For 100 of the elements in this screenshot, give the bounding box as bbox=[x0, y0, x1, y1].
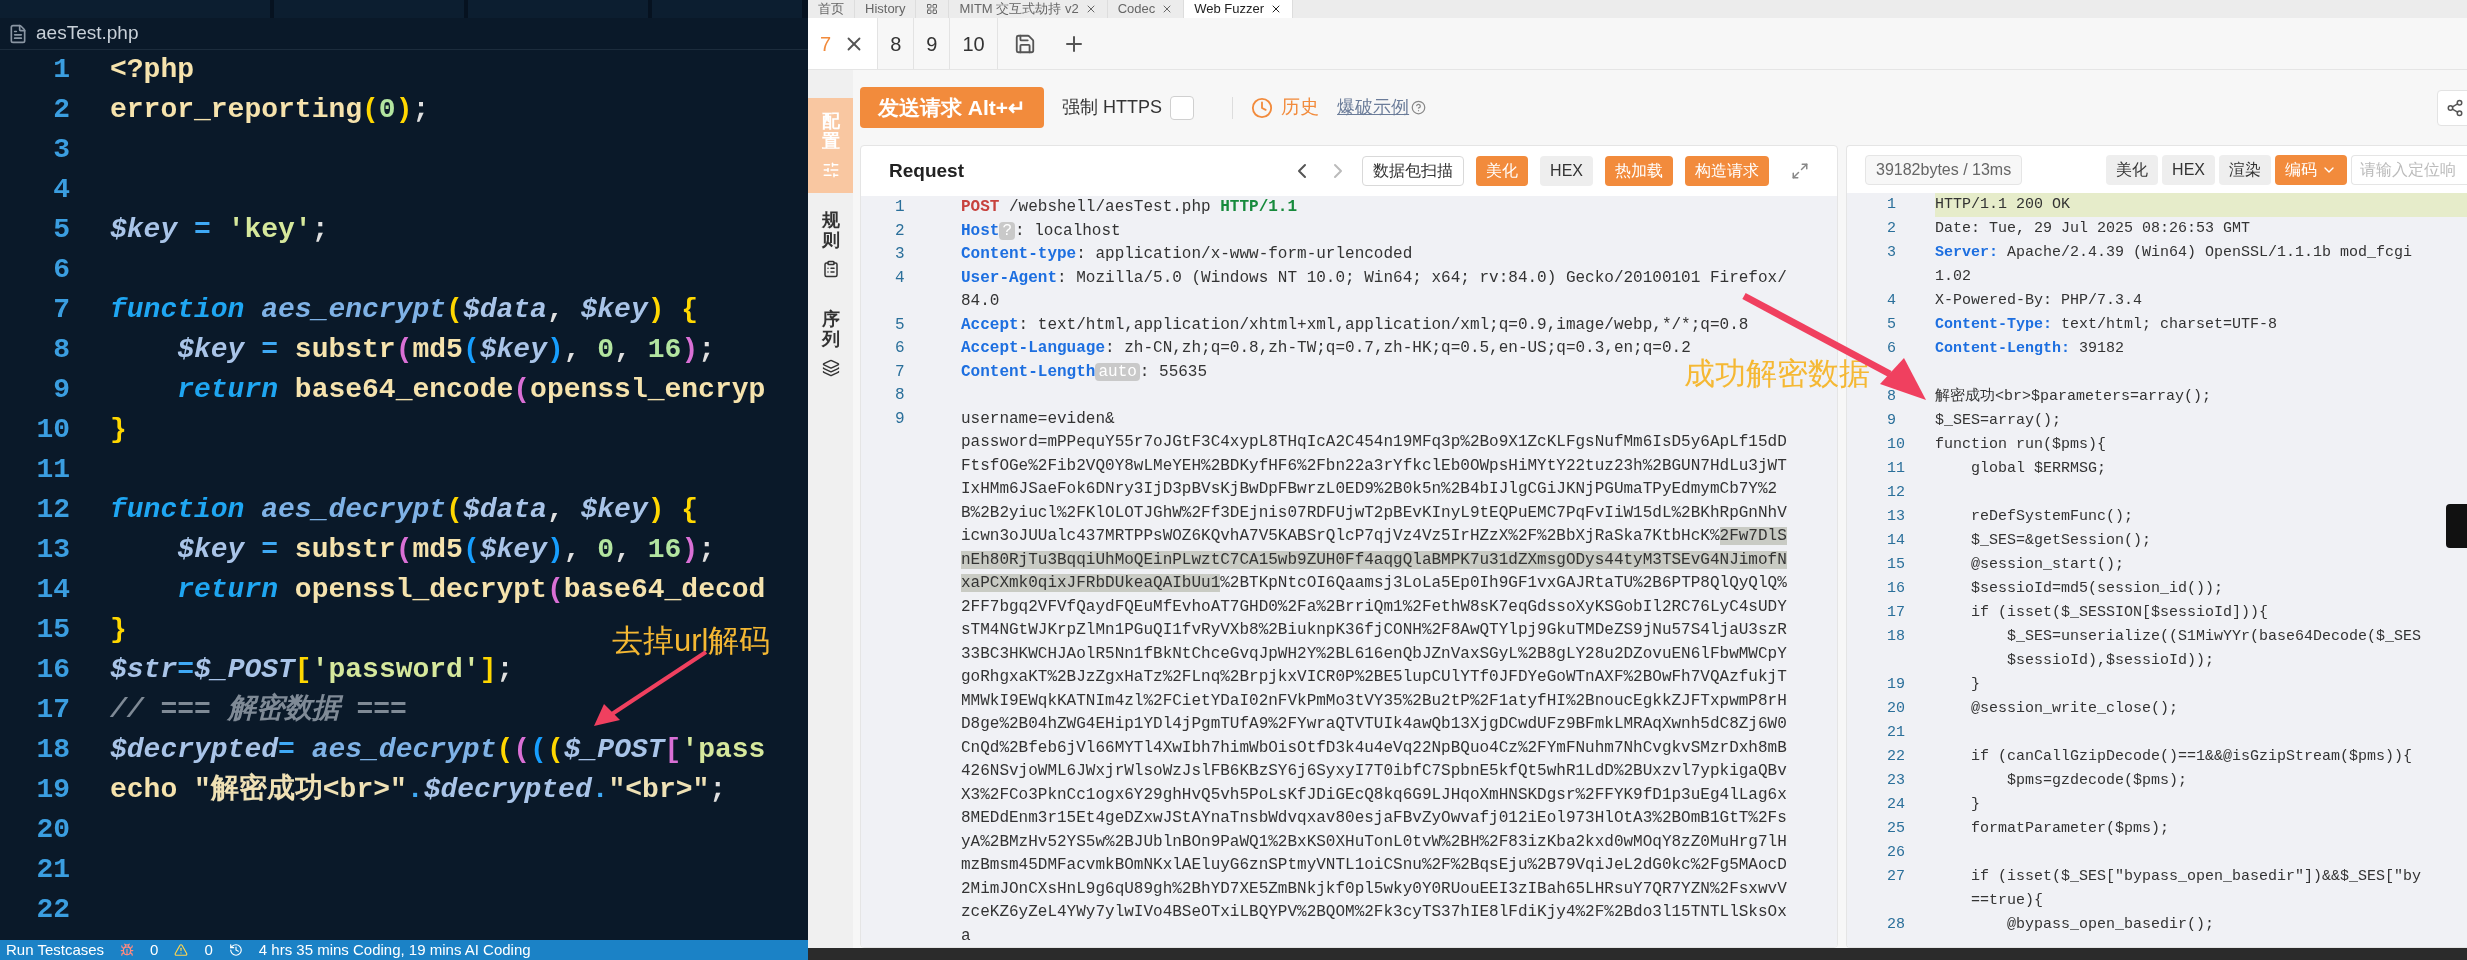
sidebar-icon bbox=[821, 260, 840, 279]
request-line: POST /webshell/aesTest.php HTTP/1.1 bbox=[961, 197, 1298, 218]
line-number: 5 bbox=[894, 314, 906, 336]
error-count: 0 bbox=[150, 940, 159, 960]
line-number: 13 bbox=[35, 533, 70, 567]
request-tab[interactable]: 8 bbox=[878, 18, 915, 69]
code-line: $key = substr(md5($key), 0, 16); bbox=[176, 333, 715, 367]
response-line: @session_write_close(); bbox=[1970, 699, 2179, 719]
code-line: echo "解密成功<br>".$decrypted."<br>"; bbox=[110, 771, 727, 807]
response-line: function run($pms){ bbox=[1935, 435, 2107, 455]
pane-button[interactable]: 数据包扫描 bbox=[1362, 156, 1465, 186]
annotation-text: 去掉url解码 bbox=[612, 622, 771, 660]
run-testcases-link[interactable]: Run Testcases bbox=[6, 940, 105, 960]
line-number: 2 bbox=[894, 220, 906, 242]
code-line: // === 解密数据 === bbox=[110, 691, 407, 727]
grid-icon bbox=[926, 3, 939, 15]
line-number: 11 bbox=[35, 453, 70, 487]
line-number: 18 bbox=[35, 733, 70, 767]
response-line: Date: Tue, 29 Jul 2025 08:26:53 GMT bbox=[1935, 219, 2251, 239]
file-icon bbox=[8, 23, 28, 44]
line-number: 16 bbox=[35, 653, 70, 687]
response-line: $_SES=unserialize((S1MiwYYr(base64Decode($_SES bbox=[2006, 627, 2422, 647]
request-line: 84.0 bbox=[961, 291, 1000, 312]
share-button[interactable] bbox=[2437, 89, 2467, 126]
line-number: 1 bbox=[894, 197, 906, 218]
code-line: return openssl_decrypt(base64_decod bbox=[176, 573, 766, 607]
response-line: Server: Apache/2.4.39 (Win64) OpenSSL/1.1.1b mod_fcgi bbox=[1935, 243, 2413, 263]
code-line: function aes_encrypt($data, $key) { bbox=[110, 293, 699, 327]
pane-button[interactable]: HEX bbox=[2162, 154, 2215, 185]
line-number: 6 bbox=[52, 253, 70, 287]
line-number: 9 bbox=[894, 408, 906, 430]
line-number: 1 bbox=[1847, 193, 1935, 217]
panel-title: Request bbox=[889, 158, 964, 183]
request-line: Content-type: application/x-www-form-urlencoded bbox=[961, 244, 1413, 265]
response-line: reDefSystemFunc(); bbox=[1970, 507, 2134, 527]
force-https-label: 强制 HTTPS bbox=[1062, 96, 1163, 119]
response-line: $sessioId),$sessioId)); bbox=[2006, 651, 2215, 671]
line-number: 6 bbox=[894, 338, 906, 359]
request-line: Host ? : localhost bbox=[961, 220, 1121, 242]
code-line: <?php bbox=[110, 53, 194, 87]
app-tab[interactable]: Web Fuzzer bbox=[1184, 0, 1294, 18]
response-line: global $ERRMSG; bbox=[1970, 459, 2107, 479]
response-line: 解密成功<br>$parameters=array(); bbox=[1935, 386, 2212, 407]
request-line: User-Agent: Mozilla/5.0 (Windows NT 10.0; Win64; x64; rv:84.0) Gecko/20100101 Firefox/ bbox=[961, 267, 1787, 289]
line-number: 17 bbox=[35, 693, 70, 727]
line-number: 10 bbox=[35, 413, 70, 447]
response-line: HTTP/1.1 200 OK bbox=[1935, 195, 2071, 215]
warning-count: 0 bbox=[204, 940, 213, 960]
save-icon[interactable] bbox=[1013, 32, 1036, 55]
share-icon bbox=[2446, 98, 2464, 117]
warning-icon bbox=[174, 943, 189, 957]
request-tab[interactable]: 10 bbox=[950, 18, 998, 69]
line-number: 14 bbox=[35, 573, 70, 607]
code-line: $key = 'key'; bbox=[110, 213, 329, 247]
response-line: ==true){ bbox=[1970, 891, 2044, 911]
line-number: 4 bbox=[52, 173, 70, 207]
response-line: $sessioId=md5(session_id()); bbox=[1970, 579, 2224, 599]
coding-time: 4 hrs 35 mins Coding, 19 mins AI Coding bbox=[258, 940, 531, 960]
request-body-line: username=eviden& bbox=[961, 408, 1116, 430]
line-number: 5 bbox=[52, 213, 70, 247]
bug-icon bbox=[120, 943, 135, 957]
search-field[interactable]: 请输入定位响 bbox=[2351, 154, 2467, 185]
response-line: $_SES=array(); bbox=[1935, 411, 2062, 431]
pane-button[interactable]: 美化 bbox=[2106, 154, 2159, 185]
help-icon[interactable] bbox=[1411, 100, 1427, 115]
fullscreen-icon[interactable] bbox=[1791, 162, 1809, 180]
code-line: } bbox=[110, 613, 127, 647]
line-number: 19 bbox=[35, 773, 70, 807]
response-line: if (isset($_SES["bypass_open_basedir"])&&$_SES["by bbox=[1970, 867, 2422, 887]
sidebar-icon bbox=[821, 359, 840, 378]
clock-icon bbox=[1251, 96, 1274, 119]
response-line: formatParameter($pms); bbox=[1970, 819, 2170, 839]
line-number: 15 bbox=[35, 613, 70, 647]
line-number: 22 bbox=[35, 893, 70, 927]
checkbox[interactable] bbox=[1170, 95, 1195, 120]
line-number: 3 bbox=[894, 244, 906, 265]
code-line: function aes_decrypt($data, $key) { bbox=[110, 493, 699, 527]
request-tab[interactable]: 9 bbox=[914, 18, 951, 69]
line-number: 8 bbox=[52, 333, 70, 367]
response-line: if (canCallGzipDecode()==1&&@isGzipStream($pms)){ bbox=[1970, 747, 2413, 767]
line-number: 7 bbox=[894, 361, 906, 383]
response-line: 1.02 bbox=[1935, 267, 1971, 287]
code-line: $str=$_POST['password']; bbox=[110, 653, 514, 687]
line-number: 4 bbox=[894, 267, 906, 289]
pane-button[interactable]: HEX bbox=[1540, 156, 1593, 186]
line-number: 9 bbox=[52, 373, 70, 407]
pane-button[interactable]: 渲染 bbox=[2219, 154, 2271, 185]
code-line: $key = substr(md5($key), 0, 16); bbox=[176, 533, 715, 567]
response-line: if (isset($_SESSION[$sessioId])){ bbox=[1970, 603, 2269, 623]
response-line: } bbox=[1970, 675, 1980, 695]
examples-link[interactable]: 爆破示例 bbox=[1337, 94, 1410, 121]
response-line: $_SES=&getSession(); bbox=[1970, 531, 2152, 551]
code-line: error_reporting(0); bbox=[110, 93, 430, 127]
response-stats: 39182bytes / 13ms bbox=[1865, 154, 2023, 185]
response-line: $pms=gzdecode($pms); bbox=[2006, 771, 2188, 791]
file-name: aesTest.php bbox=[36, 21, 139, 46]
line-number: 3 bbox=[52, 133, 70, 167]
sidebar-icon bbox=[821, 161, 840, 180]
request-line: Accept: text/html,application/xhtml+xml,application/xml;q=0.9,image/webp,*/*;q=0.8 bbox=[961, 314, 1749, 336]
line-number: 21 bbox=[35, 853, 70, 887]
